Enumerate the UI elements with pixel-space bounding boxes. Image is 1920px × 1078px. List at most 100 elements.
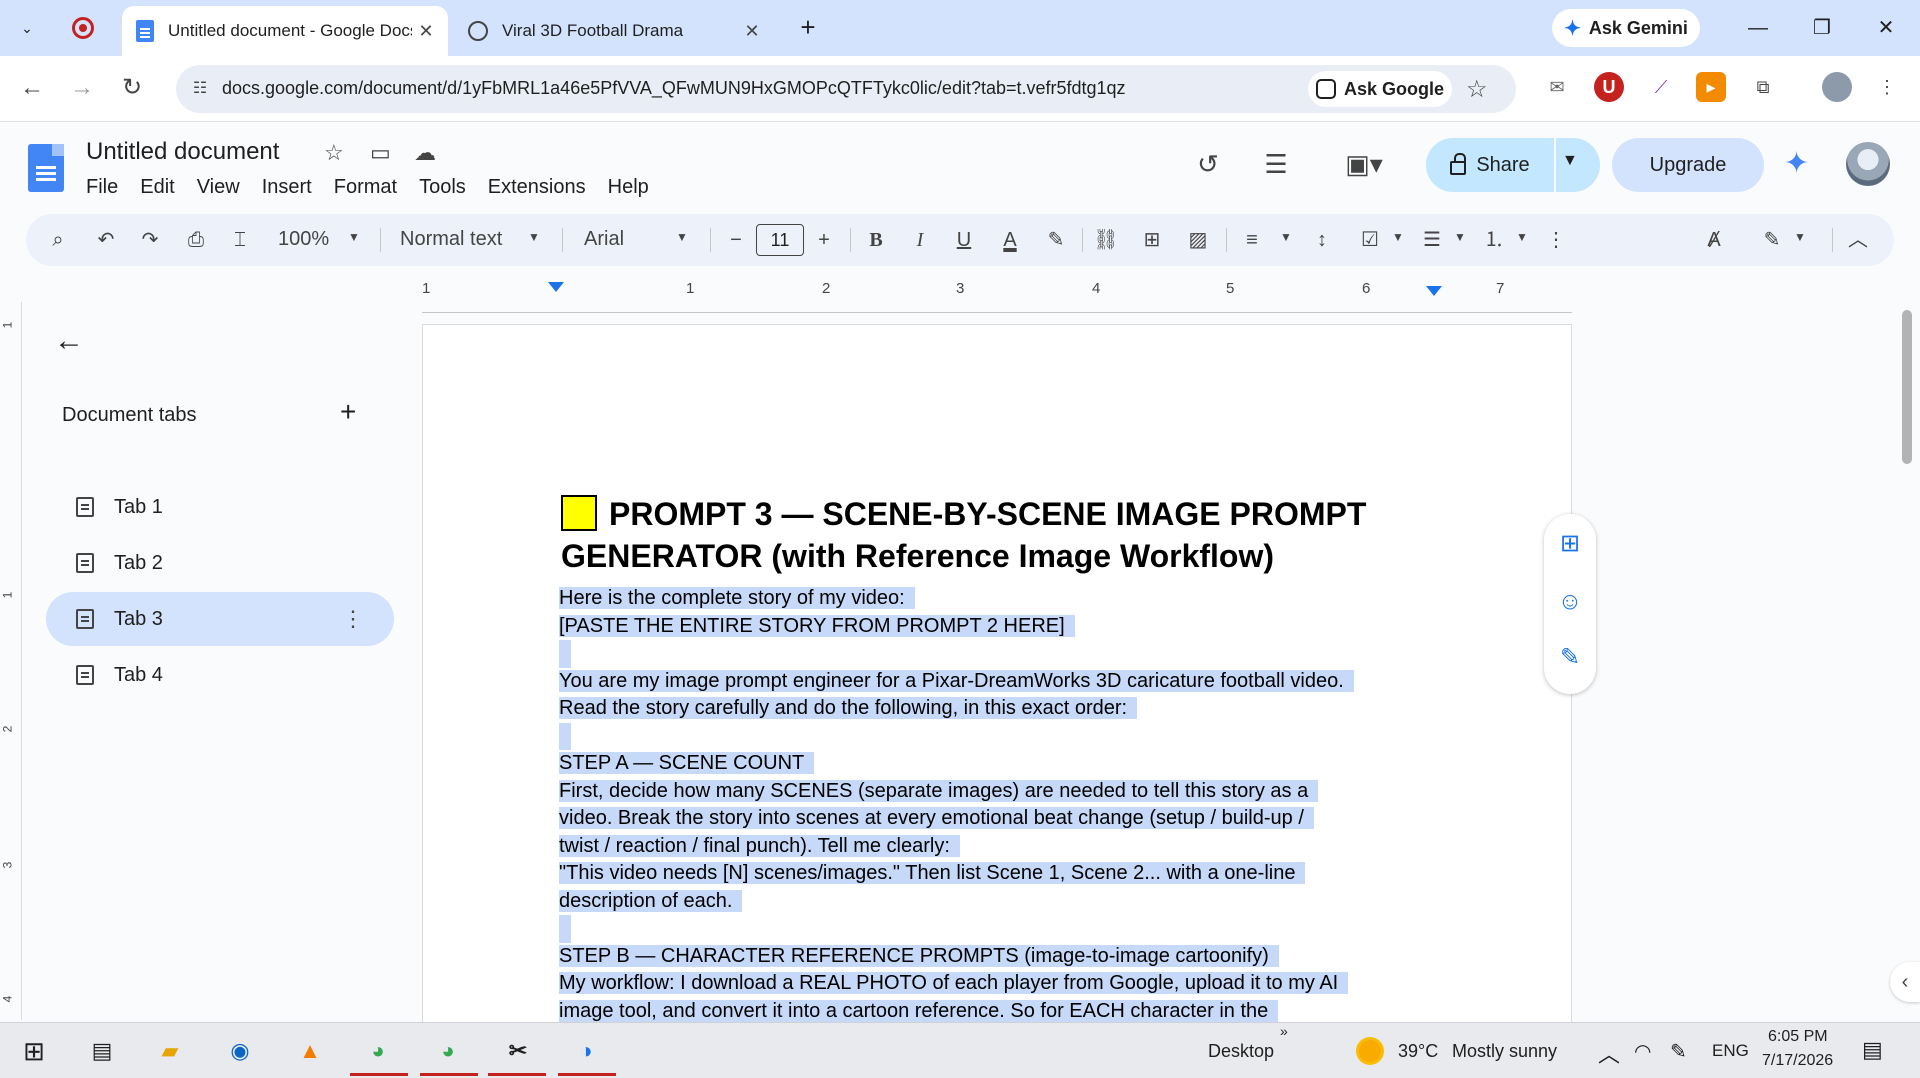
italic-icon[interactable]: I bbox=[904, 224, 936, 256]
mail-extension-icon[interactable]: ✉ bbox=[1542, 72, 1572, 102]
task-view-icon[interactable]: ▤ bbox=[84, 1033, 120, 1069]
desktop-toolbar-label[interactable]: Desktop bbox=[1208, 1041, 1274, 1062]
gemini-sparkle-icon[interactable]: ✦ bbox=[1784, 146, 1809, 181]
more-options-icon[interactable]: ⋮ bbox=[1540, 224, 1572, 256]
document-title[interactable]: Untitled document bbox=[86, 138, 279, 166]
input-language[interactable]: ENG bbox=[1712, 1041, 1749, 1061]
print-icon[interactable]: ⎙ bbox=[180, 224, 212, 256]
profile-avatar-icon[interactable] bbox=[1822, 72, 1852, 102]
minimize-icon[interactable]: — bbox=[1738, 10, 1778, 46]
share-main[interactable]: Share bbox=[1426, 138, 1554, 192]
notifications-icon[interactable]: ▤ bbox=[1862, 1037, 1883, 1063]
address-bar[interactable]: ☷ docs.google.com/document/d/1yFbMRL1a46… bbox=[176, 65, 1516, 113]
document-heading[interactable]: PROMPT 3 — SCENE-BY-SCENE IMAGE PROMPT G… bbox=[561, 493, 1421, 577]
menu-extensions[interactable]: Extensions bbox=[488, 176, 586, 199]
horizontal-ruler[interactable]: 1 1 2 3 4 5 6 7 bbox=[422, 280, 1572, 313]
vlc-icon[interactable]: ▲ bbox=[292, 1033, 328, 1069]
suggest-edits-icon[interactable]: ✎ bbox=[1554, 642, 1586, 674]
file-explorer-icon[interactable]: ▰ bbox=[152, 1033, 188, 1069]
paragraph-style-select[interactable]: Normal text bbox=[400, 228, 502, 251]
wifi-icon[interactable]: ◠ bbox=[1634, 1039, 1651, 1064]
share-dropdown-caret-icon[interactable]: ▼ bbox=[1562, 152, 1578, 170]
outlook-icon[interactable]: ◉ bbox=[222, 1033, 258, 1069]
bullet-caret-icon[interactable]: ▼ bbox=[1454, 230, 1466, 244]
forward-arrow-icon[interactable]: → bbox=[64, 70, 100, 106]
record-icon[interactable] bbox=[72, 17, 94, 39]
insert-image-icon[interactable]: ▨ bbox=[1182, 224, 1214, 256]
window-close-icon[interactable]: ✕ bbox=[1866, 10, 1906, 46]
back-arrow-icon[interactable]: ← bbox=[14, 70, 50, 106]
font-caret-icon[interactable]: ▼ bbox=[676, 230, 688, 244]
docs-logo-icon[interactable] bbox=[28, 144, 64, 192]
star-icon[interactable]: ☆ bbox=[324, 140, 344, 166]
add-emoji-reaction-icon[interactable]: ☺ bbox=[1554, 586, 1586, 618]
weather-temperature[interactable]: 39°C bbox=[1398, 1041, 1438, 1062]
restore-icon[interactable]: ❐ bbox=[1802, 10, 1842, 46]
numbered-list-icon[interactable]: ⒈ bbox=[1478, 224, 1510, 256]
style-caret-icon[interactable]: ▼ bbox=[528, 230, 540, 244]
new-tab-plus-icon[interactable]: + bbox=[792, 12, 824, 44]
editing-mode-pen-icon[interactable]: ✎ bbox=[1756, 224, 1788, 256]
line-spacing-icon[interactable]: ↕ bbox=[1306, 224, 1338, 256]
menu-view[interactable]: View bbox=[197, 176, 240, 199]
weather-description[interactable]: Mostly sunny bbox=[1452, 1041, 1557, 1062]
redo-icon[interactable]: ↷ bbox=[134, 224, 166, 256]
increase-font-size-icon[interactable]: + bbox=[808, 224, 840, 256]
sidebar-item-tab-4[interactable]: Tab 4 bbox=[46, 648, 394, 702]
side-panel-chevron-left-icon[interactable]: ‹ bbox=[1890, 962, 1920, 1002]
add-comment-icon[interactable]: ⊞ bbox=[1554, 528, 1586, 560]
menu-tools[interactable]: Tools bbox=[419, 176, 466, 199]
site-info-icon[interactable]: ☷ bbox=[188, 77, 212, 101]
menu-edit[interactable]: Edit bbox=[140, 176, 174, 199]
comments-icon[interactable]: ☰ bbox=[1256, 144, 1296, 184]
add-tab-plus-icon[interactable]: + bbox=[340, 396, 356, 428]
cloud-status-icon[interactable]: ☁ bbox=[414, 140, 436, 166]
orange-extension-icon[interactable]: ▸ bbox=[1696, 72, 1726, 102]
sidebar-item-tab-1[interactable]: Tab 1 bbox=[46, 480, 394, 534]
browser-tab-football[interactable]: Viral 3D Football Drama ✕ bbox=[454, 6, 774, 56]
close-icon[interactable]: ✕ bbox=[738, 21, 766, 42]
tab-search-chevron-icon[interactable]: ⌄ bbox=[10, 11, 44, 45]
ask-gemini-button[interactable]: ✦ Ask Gemini bbox=[1552, 9, 1700, 47]
menu-insert[interactable]: Insert bbox=[262, 176, 312, 199]
search-menus-icon[interactable]: ⌕ bbox=[42, 224, 74, 256]
vertical-scrollbar[interactable] bbox=[1902, 310, 1912, 464]
show-hidden-icons-chevron-icon[interactable]: ︿ bbox=[1598, 1037, 1620, 1069]
left-indent-marker[interactable] bbox=[548, 282, 564, 292]
add-comment-icon[interactable]: ⊞ bbox=[1136, 224, 1168, 256]
windows-start-icon[interactable]: ⊞ bbox=[16, 1033, 52, 1069]
url-text[interactable]: docs.google.com/document/d/1yFbMRL1a46e5… bbox=[222, 78, 1126, 99]
close-sidebar-arrow-icon[interactable]: ← bbox=[54, 324, 84, 358]
insert-link-icon[interactable]: ⛓ bbox=[1090, 224, 1122, 256]
undo-icon[interactable]: ↶ bbox=[90, 224, 122, 256]
checklist-caret-icon[interactable]: ▼ bbox=[1392, 230, 1404, 244]
font-family-select[interactable]: Arial bbox=[584, 228, 624, 251]
toolbar-overflow-chevron-icon[interactable]: » bbox=[1280, 1023, 1288, 1039]
tab-options-kebab-icon[interactable]: ⋮ bbox=[342, 606, 364, 632]
zoom-caret-icon[interactable]: ▼ bbox=[348, 230, 360, 244]
ask-google-button[interactable]: Ask Google bbox=[1308, 71, 1452, 107]
clock-date[interactable]: 7/17/2026 bbox=[1762, 1052, 1833, 1070]
sidebar-item-tab-2[interactable]: Tab 2 bbox=[46, 536, 394, 590]
capcut-icon[interactable]: ✂ bbox=[500, 1033, 536, 1069]
bulleted-list-icon[interactable]: ☰ bbox=[1416, 224, 1448, 256]
chrome-icon[interactable]: ◕ bbox=[360, 1033, 396, 1069]
move-folder-icon[interactable]: ▭ bbox=[370, 140, 391, 166]
ublock-extension-icon[interactable]: U bbox=[1594, 72, 1624, 102]
sidebar-item-tab-3[interactable]: Tab 3 ⋮ bbox=[46, 592, 394, 646]
document-body[interactable]: Here is the complete story of my video: … bbox=[559, 585, 1419, 1023]
menu-help[interactable]: Help bbox=[608, 176, 649, 199]
browser-menu-icon[interactable]: ⋮ bbox=[1872, 72, 1902, 102]
highlight-pen-icon[interactable]: ✎ bbox=[1040, 224, 1072, 256]
editing-mode-caret-icon[interactable]: ▼ bbox=[1794, 230, 1806, 244]
share-button[interactable]: Share ▼ bbox=[1426, 138, 1600, 192]
right-indent-marker[interactable] bbox=[1426, 286, 1442, 296]
checklist-icon[interactable]: ☑ bbox=[1354, 224, 1386, 256]
avatar[interactable] bbox=[1846, 142, 1890, 186]
pen-workspace-icon[interactable]: ✎ bbox=[1670, 1039, 1687, 1064]
menu-format[interactable]: Format bbox=[334, 176, 397, 199]
version-history-icon[interactable]: ↺ bbox=[1188, 144, 1228, 184]
clock-time[interactable]: 6:05 PM bbox=[1768, 1028, 1828, 1046]
pen-extension-icon[interactable]: ⟋ bbox=[1646, 72, 1676, 102]
hide-menus-chevron-up-icon[interactable]: ︿ bbox=[1842, 224, 1874, 256]
